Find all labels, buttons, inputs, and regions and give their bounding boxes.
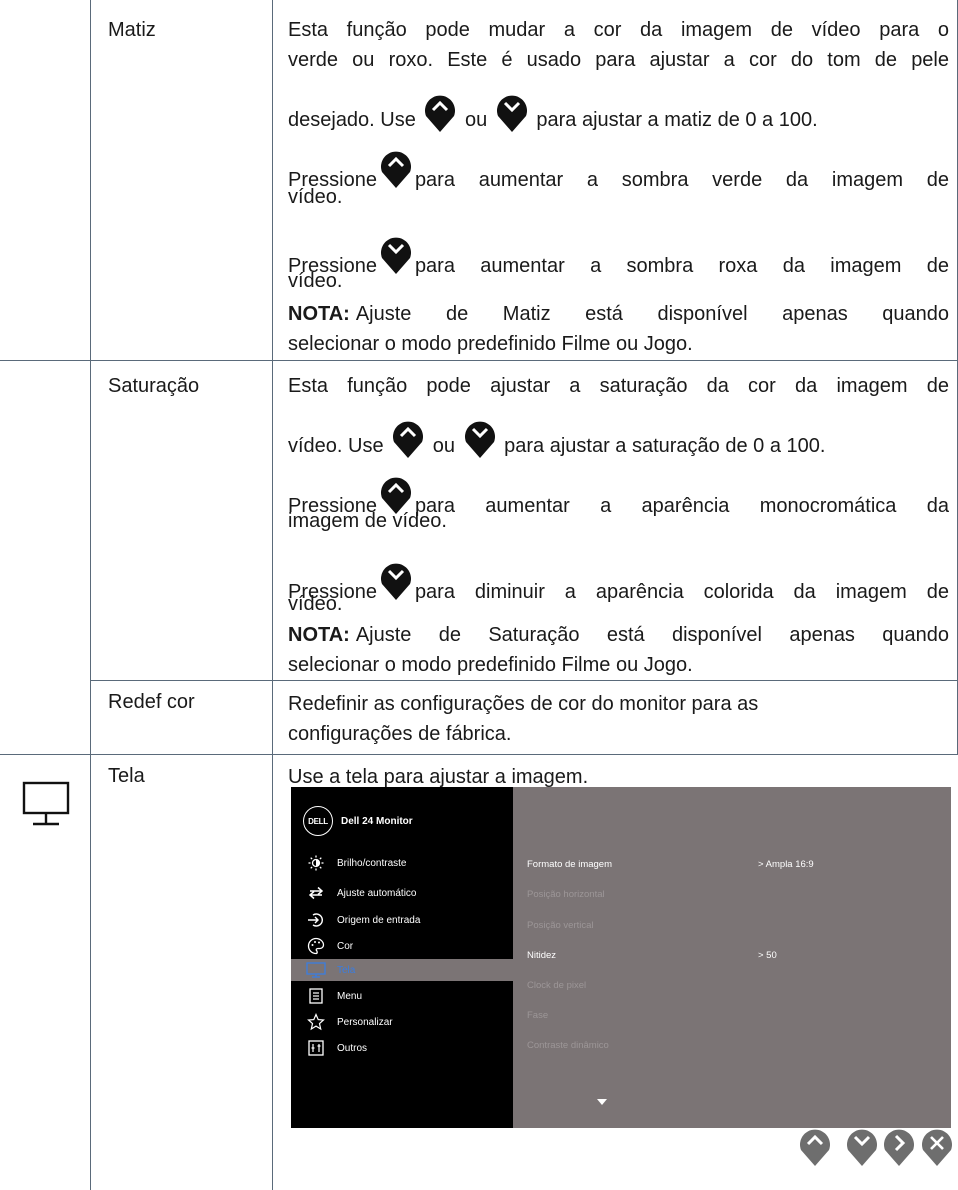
osd-menu-item-auto-adjust[interactable]: Ajuste automático (291, 882, 513, 904)
hue-note-label: NOTA: (288, 303, 350, 325)
hue-line3-post: para ajustar a matiz de 0 a 100. (536, 109, 818, 131)
osd-menu-item-brightness[interactable]: Brilho/contraste (291, 852, 513, 874)
osd-title: Dell 24 Monitor (341, 815, 413, 827)
osd-header: DELL Dell 24 Monitor (303, 803, 413, 839)
hue-desc-line3: desejado. Use ou para ajustar a matiz de… (288, 92, 949, 141)
saturation-note-text: Ajuste de Saturação está disponível apen… (355, 624, 949, 646)
hue-note-line2: selecionar o modo predefinido Filme ou J… (288, 333, 693, 355)
osd-menu-label: Personalizar (337, 1016, 393, 1028)
saturation-note-label: NOTA: (288, 624, 350, 646)
input-source-icon (305, 912, 327, 928)
osd-menu-item-color[interactable]: Cor (291, 935, 513, 957)
hue-note-text: Ajuste de Matiz está disponível apenas q… (355, 303, 949, 325)
osd-value-sharpness: > 50 (758, 950, 777, 961)
hue-p2-end: vídeo. (288, 186, 343, 208)
hue-label: Matiz (108, 19, 156, 41)
osd-right-button-icon[interactable] (882, 1126, 916, 1171)
hue-desc-line1: Esta função pode mudar a cor da imagem d… (288, 19, 949, 41)
saturation-p2-end: imagem de vídeo. (288, 510, 447, 532)
others-icon (305, 1040, 327, 1056)
up-button-icon (391, 418, 425, 467)
osd-menu-label: Brilho/contraste (337, 857, 407, 869)
saturation-label: Saturação (108, 375, 200, 397)
auto-adjust-icon (305, 885, 327, 901)
osd-option-aspect-ratio[interactable]: Formato de imagem (527, 859, 612, 870)
dell-logo: DELL (303, 806, 333, 836)
column-divider-1 (90, 0, 91, 1190)
osd-option-dynamic-contrast[interactable]: Contraste dinâmico (527, 1040, 609, 1051)
row-divider-1 (0, 360, 958, 361)
saturation-line2-mid: ou (432, 435, 455, 457)
hue-note-line1: NOTA: Ajuste de Matiz está disponível ap… (288, 299, 949, 329)
osd-menu-item-others[interactable]: Outros (291, 1037, 513, 1059)
osd-up-button-icon[interactable] (798, 1126, 832, 1171)
osd-menu-item-personalize[interactable]: Personalizar (291, 1011, 513, 1033)
osd-option-vertical-position[interactable]: Posição vertical (527, 920, 594, 931)
osd-menu-label: Menu (337, 990, 363, 1002)
osd-option-phase[interactable]: Fase (527, 1010, 548, 1021)
star-icon (305, 1013, 327, 1031)
osd-option-pixel-clock[interactable]: Clock de pixel (527, 980, 586, 991)
osd-menu-item-input-source[interactable]: Origem de entrada (291, 909, 513, 931)
display-icon (305, 962, 327, 978)
settings-table: Matiz Esta função pode mudar a cor da im… (0, 0, 958, 1190)
hue-line3-mid: ou (465, 109, 488, 131)
saturation-desc-line1: Esta função pode ajustar a saturação da … (288, 375, 949, 397)
osd-scroll-down-icon[interactable] (596, 1093, 608, 1111)
hue-desc-line2: verde ou roxo. Este é usado para ajustar… (288, 49, 949, 71)
saturation-line2-pre: vídeo. Use (288, 435, 384, 457)
reset-color-label: Redef cor (108, 691, 195, 713)
down-button-icon (495, 92, 529, 141)
down-button-icon (463, 418, 497, 467)
hue-line3-pre: desejado. Use (288, 109, 416, 131)
osd-menu-label: Tela (337, 964, 356, 976)
display-label: Tela (108, 765, 145, 787)
osd-menu-screenshot: DELL Dell 24 Monitor Brilho/contraste Aj… (291, 787, 951, 1128)
osd-close-button-icon[interactable] (920, 1126, 954, 1171)
osd-menu-label: Ajuste automático (337, 887, 417, 899)
palette-icon (305, 937, 327, 955)
brightness-icon (305, 855, 327, 871)
saturation-note-line1: NOTA: Ajuste de Saturação está disponíve… (288, 620, 949, 650)
saturation-line2-post: para ajustar a saturação de 0 a 100. (504, 435, 826, 457)
reset-color-desc-line1: Redefinir as configurações de cor do mon… (288, 693, 759, 715)
monitor-icon (22, 780, 70, 833)
menu-icon (305, 988, 327, 1004)
reset-color-desc-line2: configurações de fábrica. (288, 723, 512, 745)
osd-menu-label: Origem de entrada (337, 914, 421, 926)
osd-menu-label: Cor (337, 940, 354, 952)
osd-option-sharpness[interactable]: Nitidez (527, 950, 556, 961)
up-button-icon (423, 92, 457, 141)
osd-down-button-icon[interactable] (845, 1126, 879, 1171)
row-divider-2 (90, 680, 958, 681)
osd-menu-item-menu[interactable]: Menu (291, 985, 513, 1007)
osd-menu-item-display[interactable]: Tela (291, 959, 513, 981)
saturation-note-line2: selecionar o modo predefinido Filme ou J… (288, 654, 693, 676)
osd-main-menu: DELL Dell 24 Monitor Brilho/contraste Aj… (291, 787, 513, 1128)
osd-option-horizontal-position[interactable]: Posição horizontal (527, 889, 605, 900)
column-divider-2 (272, 0, 273, 1190)
hue-p3-end: vídeo. (288, 270, 343, 292)
saturation-desc-line2: vídeo. Use ou para ajustar a saturação d… (288, 418, 949, 467)
osd-value-aspect-ratio: > Ampla 16:9 (758, 859, 814, 870)
saturation-p3-end: vídeo. (288, 593, 343, 615)
row-divider-3 (0, 754, 958, 755)
osd-menu-label: Outros (337, 1042, 368, 1054)
